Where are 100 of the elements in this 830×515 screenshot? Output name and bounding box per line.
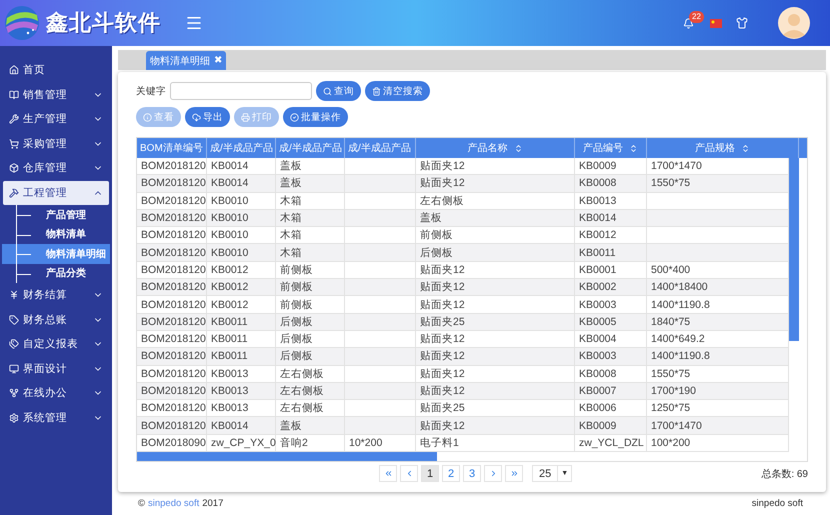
table-cell: KB0014	[207, 417, 276, 434]
table-cell: BOM2018090	[137, 434, 207, 452]
search-button[interactable]: 查询	[316, 81, 361, 101]
settings-icon	[9, 412, 19, 423]
action-button[interactable]: 批量操作	[283, 107, 348, 127]
table-cell: KB0002	[575, 279, 647, 296]
close-icon[interactable]: ✖	[214, 55, 222, 66]
table-cell: KB0014	[207, 158, 276, 174]
avatar[interactable]	[778, 7, 810, 39]
table-cell: KB0001	[575, 262, 647, 278]
table-cell: KB0009	[575, 417, 647, 434]
table-cell: KB0011	[207, 348, 276, 365]
table-cell: 贴面夹12	[416, 366, 575, 382]
table-cell: 贴面夹12	[416, 279, 575, 296]
pager-button[interactable]	[505, 465, 523, 482]
table-cell: 贴面夹12	[416, 382, 575, 400]
table-cell: 木箱	[276, 244, 345, 261]
table-cell: BOM2018120	[137, 227, 207, 244]
page-button[interactable]: 3	[463, 465, 481, 482]
table-cell: BOM2018120	[137, 210, 207, 226]
tab[interactable]: 物料清单明细 ✖	[146, 51, 226, 70]
table-cell: 贴面夹12	[416, 158, 575, 174]
table-cell: 前侧板	[276, 296, 345, 313]
action-button[interactable]: 导出	[185, 107, 230, 127]
clear-search-button[interactable]: 清空搜索	[365, 81, 430, 101]
table-cell: BOM2018120	[137, 417, 207, 434]
table-cell: KB0003	[575, 348, 647, 365]
box-icon	[9, 163, 19, 174]
shirt-icon[interactable]	[736, 17, 748, 29]
page-button[interactable]: 1	[421, 465, 439, 482]
sidebar-item[interactable]: 在线办公	[3, 381, 109, 406]
keyword-field[interactable]	[170, 82, 312, 100]
bell-icon[interactable]	[683, 18, 694, 28]
sidebar-item[interactable]: 系统管理	[3, 406, 109, 430]
table-cell: 10*200	[345, 434, 416, 452]
table-cell: 后侧板	[276, 348, 345, 365]
table-cell: 贴面夹12	[416, 296, 575, 313]
scrollbar-thumb[interactable]	[789, 158, 799, 341]
sidebar-subitem[interactable]: 产品管理	[2, 205, 110, 224]
table-cell: KB0012	[207, 262, 276, 278]
table-cell: 木箱	[276, 210, 345, 226]
home-icon	[9, 65, 19, 76]
table-cell: KB0007	[575, 382, 647, 400]
sidebar-item[interactable]: 生产管理	[3, 107, 109, 132]
sidebar-item[interactable]: 界面设计	[3, 356, 109, 381]
table-cell: BOM2018120	[137, 330, 207, 348]
flag-icon[interactable]	[710, 18, 722, 28]
fork-icon	[9, 388, 19, 398]
tags-icon	[9, 339, 19, 350]
tag-icon	[9, 314, 19, 325]
table-cell: KB0012	[575, 227, 647, 244]
table-cell: 盖板	[276, 417, 345, 434]
table-cell: KB0012	[207, 279, 276, 296]
sidebar-item[interactable]: 采购管理	[3, 132, 109, 156]
sidebar-item[interactable]: 工程管理	[3, 180, 109, 205]
sidebar-item[interactable]: 财务总账	[3, 308, 109, 332]
sidebar-subitem[interactable]: 产品分类	[2, 264, 110, 283]
pager-button[interactable]	[379, 465, 397, 482]
total-count: 总条数: 69	[761, 468, 808, 481]
table-cell: zw_YCL_DZL	[575, 434, 647, 452]
table-cell: 后侧板	[276, 330, 345, 348]
sidebar-item[interactable]: 自定义报表	[3, 332, 109, 356]
menu-icon[interactable]	[185, 14, 203, 32]
sidebar-item[interactable]: 仓库管理	[3, 156, 109, 180]
table-cell: BOM2018120	[137, 314, 207, 330]
table-cell: 后侧板	[276, 314, 345, 330]
table-cell: BOM2018120	[137, 175, 207, 192]
table-cell: 盖板	[276, 175, 345, 192]
first-page-icon	[384, 469, 392, 478]
table-cell: KB0010	[207, 227, 276, 244]
table-cell: 前侧板	[276, 279, 345, 296]
table-cell: KB0010	[207, 210, 276, 226]
brand-text: sinpedo soft	[752, 498, 803, 508]
page-button[interactable]: 2	[442, 465, 460, 482]
year-text: 2017	[202, 498, 224, 508]
sidebar-item[interactable]: 销售管理	[3, 82, 109, 107]
table-cell: KB0008	[575, 175, 647, 192]
sidebar-item[interactable]: 首页	[3, 58, 109, 82]
table-cell: KB0011	[207, 314, 276, 330]
table-cell: 木箱	[276, 227, 345, 244]
table-cell: BOM2018120	[137, 296, 207, 313]
sidebar-item[interactable]: 财务结算	[3, 283, 109, 308]
table-cell: KB0006	[575, 400, 647, 416]
wrench-icon	[9, 114, 19, 124]
table-cell: KB0011	[207, 330, 276, 348]
sidebar-subitem[interactable]: 物料清单明细	[2, 244, 110, 264]
table-cell: BOM2018120	[137, 262, 207, 278]
table-cell: BOM2018120	[137, 382, 207, 400]
table-cell: BOM2018120	[137, 366, 207, 382]
table-cell: KB0008	[575, 366, 647, 382]
table-cell: KB0013	[207, 400, 276, 416]
copyright-symbol: ©	[138, 498, 145, 508]
table-cell: 贴面夹12	[416, 262, 575, 278]
company-link[interactable]: sinpedo soft	[148, 498, 200, 508]
hammer-icon	[9, 188, 19, 198]
globe-logo-icon	[4, 5, 40, 41]
scrollbar-thumb[interactable]	[137, 452, 437, 462]
table-cell: BOM2018120	[137, 158, 207, 174]
table-cell: KB0009	[575, 158, 647, 174]
table-cell: KB0014	[575, 210, 647, 226]
